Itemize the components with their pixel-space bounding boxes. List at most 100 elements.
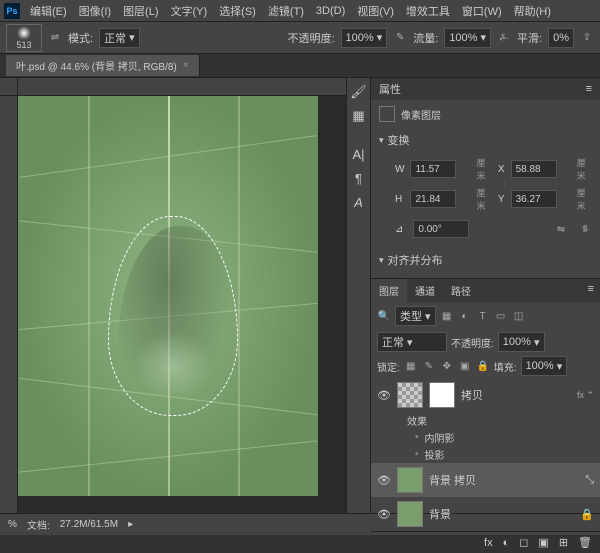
layer-row[interactable]: 👁 背景 🔒 — [371, 497, 600, 531]
glyphs-panel-icon[interactable]: A — [349, 192, 369, 212]
menu-window[interactable]: 窗口(W) — [456, 1, 508, 21]
layer-list: 👁 拷贝 fx ⌃ 效果 内阴影 投影 👁 背景 拷贝 ⤡ — [371, 378, 600, 531]
layer-thumb[interactable] — [397, 382, 423, 408]
swap-icon[interactable]: ⇌ — [48, 31, 62, 45]
share-icon[interactable]: ⇪ — [580, 31, 594, 45]
menu-layer[interactable]: 图层(L) — [117, 1, 164, 21]
water-drop — [108, 216, 238, 416]
lock-paint-icon[interactable]: ✎ — [422, 359, 436, 373]
visibility-icon[interactable]: 👁 — [377, 474, 391, 487]
brush-panel-icon[interactable]: 🖌 — [349, 82, 369, 102]
transform-grid: W 厘米 X 厘米 H 厘米 Y 厘米 — [379, 152, 592, 216]
right-panels: 属性 ≡ 像素图层 变换 W 厘米 X 厘米 H 厘米 Y — [370, 78, 600, 513]
group-button[interactable]: ▣ — [538, 536, 548, 549]
brush-size-value: 513 — [16, 40, 31, 50]
status-pct: % — [8, 519, 17, 530]
brush-preview[interactable]: 513 — [6, 24, 42, 52]
align-section-header[interactable]: 对齐并分布 — [379, 248, 592, 272]
fx-button[interactable]: fx — [484, 537, 493, 549]
opacity-label: 不透明度: — [287, 30, 334, 46]
fx-innershadow[interactable]: 内阴影 — [371, 429, 600, 446]
filter-shape-icon[interactable]: ▭ — [494, 309, 508, 323]
layer-row[interactable]: 👁 拷贝 fx ⌃ — [371, 378, 600, 412]
mode-select[interactable]: 正常 ▾ — [99, 28, 140, 48]
smooth-select[interactable]: 0% — [548, 28, 574, 48]
pixel-layer-icon — [379, 106, 395, 122]
panel-menu-icon[interactable]: ≡ — [586, 83, 592, 95]
lock-pos-icon[interactable]: ✥ — [440, 359, 454, 373]
menu-filter[interactable]: 滤镜(T) — [262, 1, 310, 21]
flip-v-icon[interactable]: ⥮ — [578, 222, 592, 236]
panel-menu-icon[interactable]: ≡ — [582, 279, 600, 302]
status-arrow-icon[interactable]: ▸ — [128, 519, 133, 530]
search-icon[interactable]: 🔍 — [377, 309, 391, 323]
layer-row[interactable]: 👁 背景 拷贝 ⤡ — [371, 463, 600, 497]
filter-pixel-icon[interactable]: ▦ — [440, 309, 454, 323]
lock-nest-icon[interactable]: ▣ — [458, 359, 472, 373]
tab-layers[interactable]: 图层 — [371, 279, 407, 302]
doc-size-label: 文档: — [27, 517, 50, 532]
tab-channels[interactable]: 通道 — [407, 279, 443, 302]
menu-view[interactable]: 视图(V) — [351, 1, 400, 21]
layer-thumb[interactable] — [397, 501, 423, 527]
menu-image[interactable]: 图像(I) — [73, 1, 117, 21]
ruler-vertical[interactable] — [0, 96, 18, 513]
flow-label: 流量: — [413, 30, 438, 46]
fx-badge[interactable]: fx ⌃ — [577, 390, 594, 401]
app-logo: Ps — [4, 3, 20, 19]
smooth-label: 平滑: — [517, 30, 542, 46]
character-panel-icon[interactable]: A| — [349, 144, 369, 164]
canvas[interactable] — [18, 96, 318, 496]
menu-plugins[interactable]: 增效工具 — [400, 1, 456, 21]
filter-smart-icon[interactable]: ◫ — [512, 309, 526, 323]
tab-close-icon[interactable]: × — [183, 60, 189, 71]
layer-thumb[interactable] — [397, 467, 423, 493]
menu-3d[interactable]: 3D(D) — [310, 3, 351, 19]
filter-adjust-icon[interactable]: ◐ — [458, 309, 472, 323]
layers-footer: fx ◐ ◻ ▣ ⊞ 🗑 — [371, 531, 600, 553]
angle-input[interactable] — [413, 220, 469, 238]
y-input[interactable] — [511, 190, 557, 208]
paragraph-panel-icon[interactable]: ¶ — [349, 168, 369, 188]
layer-fill-select[interactable]: 100% ▾ — [521, 356, 568, 376]
mask-button[interactable]: ◐ — [503, 537, 510, 549]
x-input[interactable] — [511, 160, 557, 178]
opacity-select[interactable]: 100% ▾ — [341, 28, 388, 48]
menu-type[interactable]: 文字(Y) — [165, 1, 214, 21]
tab-paths[interactable]: 路径 — [443, 279, 479, 302]
menu-help[interactable]: 帮助(H) — [508, 1, 557, 21]
visibility-icon[interactable]: 👁 — [377, 508, 391, 521]
delete-button[interactable]: 🗑 — [578, 536, 592, 549]
layer-name[interactable]: 拷贝 — [461, 387, 483, 403]
ruler-horizontal[interactable] — [18, 78, 346, 96]
fx-dropshadow[interactable]: 投影 — [371, 446, 600, 463]
adjustment-button[interactable]: ◻ — [519, 536, 528, 549]
ruler-corner — [0, 78, 18, 96]
filter-type-icon[interactable]: T — [476, 309, 490, 323]
layer-name[interactable]: 背景 拷贝 — [429, 472, 476, 488]
fx-label-row[interactable]: 效果 — [371, 412, 600, 429]
visibility-icon[interactable]: 👁 — [377, 389, 391, 402]
layer-filter-select[interactable]: 类型 ▾ — [395, 306, 436, 326]
lock-trans-icon[interactable]: ▦ — [404, 359, 418, 373]
layer-mask-thumb[interactable] — [429, 382, 455, 408]
properties-header[interactable]: 属性 ≡ — [371, 78, 600, 100]
canvas-area — [0, 78, 346, 513]
flow-select[interactable]: 100% ▾ — [444, 28, 491, 48]
w-input[interactable] — [410, 160, 456, 178]
clone-panel-icon[interactable]: ▦ — [349, 106, 369, 126]
menu-select[interactable]: 选择(S) — [213, 1, 262, 21]
transform-section-header[interactable]: 变换 — [379, 128, 592, 152]
workspace: 🖌 ▦ A| ¶ A 属性 ≡ 像素图层 变换 W 厘米 X 厘米 — [0, 78, 600, 513]
blend-mode-select[interactable]: 正常 ▾ — [377, 332, 447, 352]
layer-opacity-select[interactable]: 100% ▾ — [498, 332, 545, 352]
lock-all-icon[interactable]: 🔒 — [476, 359, 490, 373]
h-input[interactable] — [410, 190, 456, 208]
document-tab[interactable]: 叶.psd @ 44.6% (背景 拷贝, RGB/8) × — [6, 55, 200, 76]
new-layer-button[interactable]: ⊞ — [559, 536, 568, 549]
menu-edit[interactable]: 编辑(E) — [24, 1, 73, 21]
layer-name[interactable]: 背景 — [429, 506, 451, 522]
airbrush-icon[interactable]: ⍼ — [497, 31, 511, 45]
flip-h-icon[interactable]: ⇋ — [554, 222, 568, 236]
pressure-opacity-icon[interactable]: ✎ — [393, 31, 407, 45]
